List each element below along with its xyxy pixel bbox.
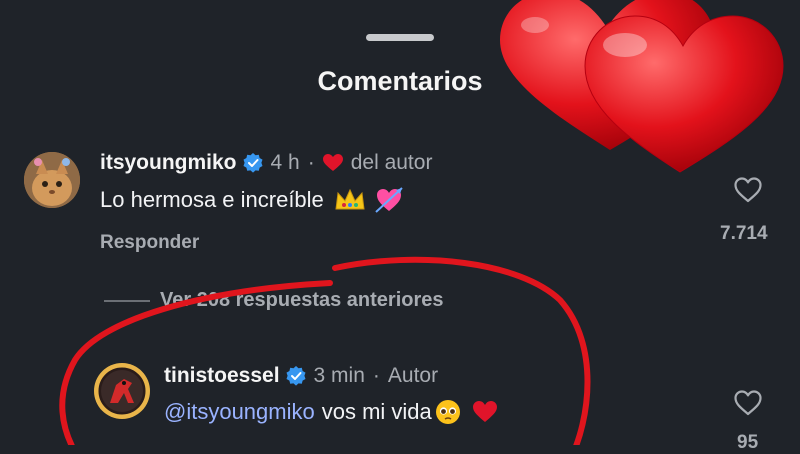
verified-badge-icon: [286, 366, 306, 386]
avatar[interactable]: [94, 363, 150, 419]
comment-header: itsyoungmiko 4 h · del autor: [100, 151, 432, 175]
heart-outline-icon[interactable]: [733, 389, 763, 417]
verified-badge-icon: [243, 153, 263, 173]
view-replies-button[interactable]: Ver 208 respuestas anteriores: [104, 289, 444, 312]
drag-handle[interactable]: [366, 34, 434, 41]
comment-header: tinistoessel 3 min · Autor: [164, 364, 438, 388]
comments-sheet: Comentarios itsyoungmiko 4 h · del autor…: [0, 0, 800, 453]
cat-avatar-image: [24, 152, 80, 208]
heart-outline-icon[interactable]: [733, 176, 763, 204]
comment-text: Lo hermosa e increíble: [100, 187, 324, 212]
view-replies-label: Ver 208 respuestas anteriores: [160, 289, 444, 311]
comment-body: @itsyoungmiko vos mi vida: [164, 398, 498, 426]
decorative-hearts-image: [500, 0, 784, 173]
red-heart-emoji: [472, 401, 497, 422]
heart-arrow-emoji: [375, 187, 403, 213]
horse-avatar-image: [95, 364, 149, 418]
reply-button[interactable]: Responder: [100, 232, 199, 254]
liked-by-author-label: del autor: [350, 151, 433, 174]
comment-body: Lo hermosa e increíble: [100, 186, 404, 214]
meta-separator: ·: [372, 364, 380, 387]
comment-text: vos mi vida: [321, 399, 432, 424]
comment-time: 4 h: [270, 151, 300, 174]
comment-username[interactable]: tinistoessel: [164, 364, 280, 388]
pleading-face-emoji: [435, 400, 460, 424]
red-heart-icon: [322, 154, 343, 171]
comment-username[interactable]: itsyoungmiko: [100, 151, 237, 175]
mention-link[interactable]: @itsyoungmiko: [164, 399, 315, 425]
divider-line: [104, 299, 150, 302]
crown-emoji: [335, 188, 365, 210]
meta-separator: ·: [307, 151, 315, 174]
author-label: Autor: [387, 364, 439, 387]
comment-time: 3 min: [313, 364, 365, 387]
like-count: 95: [737, 432, 759, 453]
like-count: 7.714: [720, 223, 768, 244]
avatar[interactable]: [24, 152, 80, 208]
